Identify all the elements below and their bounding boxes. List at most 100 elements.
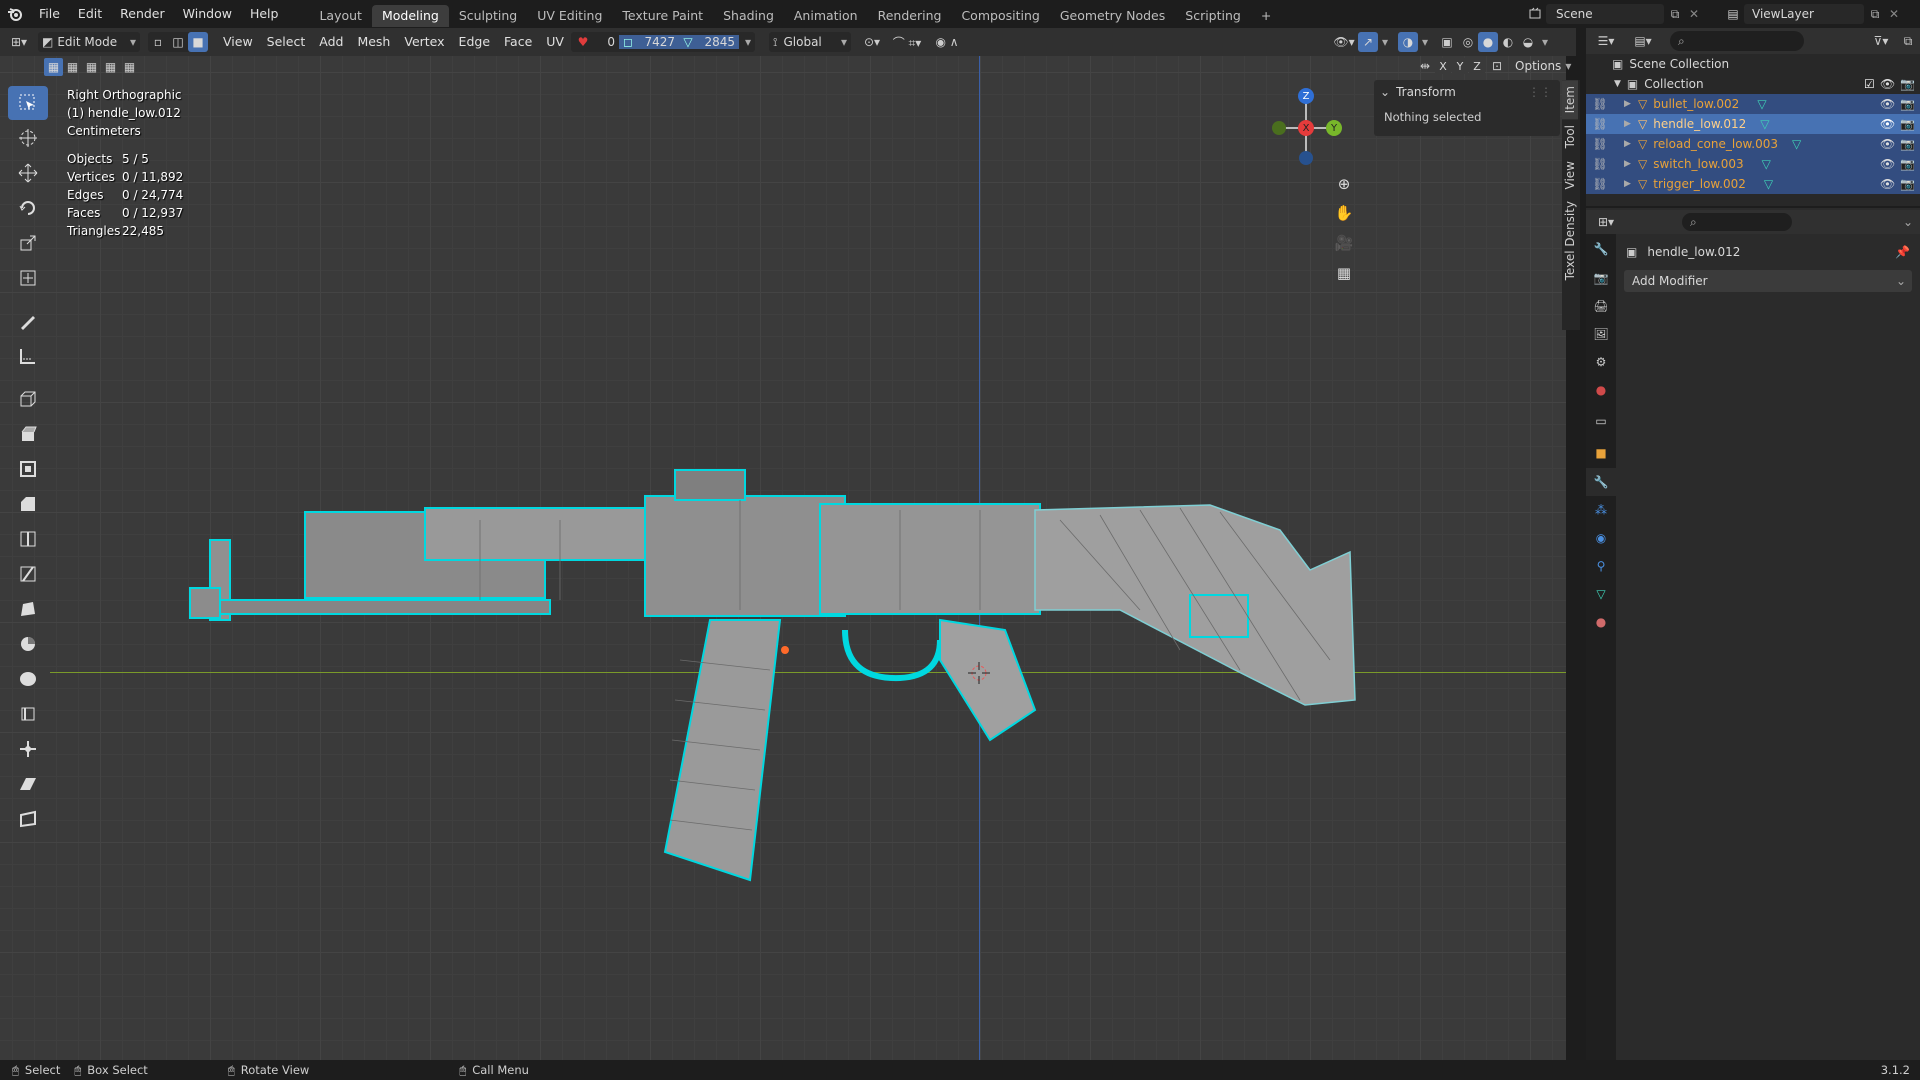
chevron-right-icon[interactable]: ▶ (1624, 179, 1638, 189)
chevron-right-icon[interactable]: ▶ (1624, 159, 1638, 169)
menu-view[interactable]: View (216, 32, 260, 52)
rifle-mesh[interactable] (180, 460, 1360, 890)
properties-editor-icon[interactable]: ⊞▾ (1586, 215, 1626, 229)
outliner-item-bullet[interactable]: ⛓ ▶ ▽ bullet_low.002 ▽ 👁 📷 (1586, 94, 1920, 114)
output-properties-icon[interactable]: 🖨 (1586, 292, 1616, 320)
tab-uv-editing[interactable]: UV Editing (527, 5, 612, 27)
mesh-data-icon[interactable]: ▽ (1757, 97, 1766, 111)
xray-toggle-icon[interactable]: ▣ (1436, 35, 1458, 49)
physics-properties-icon[interactable]: ◉ (1586, 524, 1616, 552)
tool-spin[interactable] (8, 627, 48, 661)
outliner-item-reload-cone[interactable]: ⛓ ▶ ▽ reload_cone_low.003 ▽ 👁 📷 (1586, 134, 1920, 154)
rendered-shading-icon[interactable]: ◒ (1518, 35, 1538, 49)
tool-move[interactable] (8, 156, 48, 190)
scene-collection-row[interactable]: ▣ Scene Collection (1586, 54, 1920, 74)
menu-edge[interactable]: Edge (452, 32, 497, 52)
eye-icon[interactable]: 👁 (1880, 77, 1900, 91)
eye-icon[interactable]: 👁 (1880, 177, 1900, 191)
menu-select[interactable]: Select (260, 32, 313, 52)
tool-knife[interactable] (8, 557, 48, 591)
tab-sculpting[interactable]: Sculpting (449, 5, 527, 27)
wireframe-shading-icon[interactable]: ◎ (1458, 35, 1478, 49)
view-layer-properties-icon[interactable]: 🖼 (1586, 320, 1616, 348)
chevron-right-icon[interactable]: ▶ (1624, 139, 1638, 149)
orientation-selector[interactable]: ⟟ Global ▾ (769, 32, 852, 52)
seam-count[interactable]: 0 (591, 35, 619, 49)
chevron-down-icon[interactable]: ▼ (1614, 79, 1621, 89)
chevron-right-icon[interactable]: ▶ (1624, 99, 1638, 109)
camera-icon[interactable]: 📷 (1900, 77, 1920, 91)
delete-scene-icon[interactable]: ✕ (1686, 7, 1702, 21)
tab-rendering[interactable]: Rendering (868, 5, 952, 27)
tool-smooth[interactable] (8, 662, 48, 696)
eye-icon[interactable]: 👁 (1880, 157, 1900, 171)
tool-properties-icon[interactable]: 🔧 (1586, 234, 1616, 264)
outliner-search-input[interactable]: ⌕ (1670, 31, 1804, 51)
select-intersect-icon[interactable]: ▦ (120, 60, 139, 74)
world-properties-icon[interactable]: ● (1586, 376, 1616, 404)
tab-layout[interactable]: Layout (309, 5, 372, 27)
tab-item[interactable]: Item (1562, 80, 1578, 120)
menu-window[interactable]: Window (174, 0, 241, 28)
menu-file[interactable]: File (30, 0, 69, 28)
filter-icon[interactable]: ⊽▾ (1866, 34, 1896, 48)
mode-selector[interactable]: ◩ Edit Mode ▾ (38, 32, 140, 52)
view-layer-selector[interactable]: ▤ ViewLayer ⧉ ✕ (1722, 3, 1902, 25)
tab-tool[interactable]: Tool (1562, 119, 1578, 154)
chevron-down-icon[interactable]: ⌄ (1380, 85, 1390, 99)
menu-render[interactable]: Render (111, 0, 174, 28)
tool-inset[interactable] (8, 452, 48, 486)
transform-header[interactable]: Transform (1396, 85, 1456, 99)
camera-icon[interactable]: 📷 (1900, 97, 1920, 111)
tool-rotate[interactable] (8, 191, 48, 225)
tool-shear[interactable] (8, 767, 48, 801)
menu-help[interactable]: Help (241, 0, 288, 28)
properties-search-input[interactable]: ⌕ (1682, 213, 1792, 231)
tool-edge-slide[interactable] (8, 697, 48, 731)
eye-icon[interactable]: 👁 (1880, 97, 1900, 111)
auto-merge-icon[interactable]: ⊡ (1485, 59, 1509, 73)
mesh-data-icon[interactable]: ▽ (1760, 117, 1769, 131)
menu-mesh[interactable]: Mesh (350, 32, 397, 52)
tab-compositing[interactable]: Compositing (951, 5, 1049, 27)
chevron-down-icon[interactable]: ⌄ (1896, 215, 1920, 229)
display-mode-icon[interactable]: ▤▾ (1626, 34, 1660, 48)
editor-type-icon[interactable]: ⊞▾ (0, 35, 38, 49)
constraint-properties-icon[interactable]: ⚲ (1586, 552, 1616, 580)
tool-cursor[interactable] (8, 121, 48, 155)
tab-view[interactable]: View (1562, 155, 1578, 195)
outliner-item-switch[interactable]: ⛓ ▶ ▽ switch_low.003 ▽ 👁 📷 (1586, 154, 1920, 174)
pan-hand-icon[interactable]: ✋ (1332, 198, 1356, 228)
outliner-editor-icon[interactable]: ☰▾ (1586, 34, 1626, 48)
gizmo-x-axis[interactable]: X (1298, 120, 1314, 136)
delete-view-layer-icon[interactable]: ✕ (1886, 7, 1902, 21)
blender-logo-icon[interactable] (0, 0, 30, 28)
tool-scale[interactable] (8, 226, 48, 260)
drag-handle-icon[interactable]: ⋮⋮ (1528, 85, 1552, 99)
select-extend-icon[interactable]: ▦ (63, 60, 82, 74)
chevron-down-icon[interactable]: ▾ (1378, 35, 1392, 49)
scene-properties-icon[interactable]: ⚙ (1586, 348, 1616, 376)
menu-vertex[interactable]: Vertex (397, 32, 451, 52)
select-subtract-icon[interactable]: ▦ (82, 60, 101, 74)
scene-selector[interactable]: Scene ⧉ ✕ (1524, 3, 1702, 25)
island-count[interactable]: 7427 (636, 35, 679, 49)
gizmo-z-axis[interactable]: Z (1298, 88, 1314, 104)
checkbox-icon[interactable]: ☑ (1864, 77, 1880, 91)
menu-uv[interactable]: UV (539, 32, 571, 52)
tool-poly-build[interactable] (8, 592, 48, 626)
edit-mode-icon[interactable]: ⛓ (1586, 137, 1614, 151)
material-properties-icon[interactable]: ● (1586, 608, 1616, 636)
mesh-data-icon[interactable]: ▽ (1792, 137, 1801, 151)
tool-rip-region[interactable] (8, 802, 48, 836)
material-shading-icon[interactable]: ◐ (1498, 35, 1518, 49)
tool-transform[interactable] (8, 261, 48, 295)
outliner-item-trigger[interactable]: ⛓ ▶ ▽ trigger_low.002 ▽ 👁 📷 (1586, 174, 1920, 194)
face-select-icon[interactable]: ■ (188, 32, 208, 52)
mirror-x-button[interactable]: X (1435, 58, 1451, 74)
camera-icon[interactable]: 🎥 (1332, 228, 1356, 258)
eye-icon[interactable]: 👁 (1880, 117, 1900, 131)
tab-texture-paint[interactable]: Texture Paint (612, 5, 713, 27)
tool-select-box[interactable] (8, 86, 48, 120)
camera-icon[interactable]: 📷 (1900, 137, 1920, 151)
